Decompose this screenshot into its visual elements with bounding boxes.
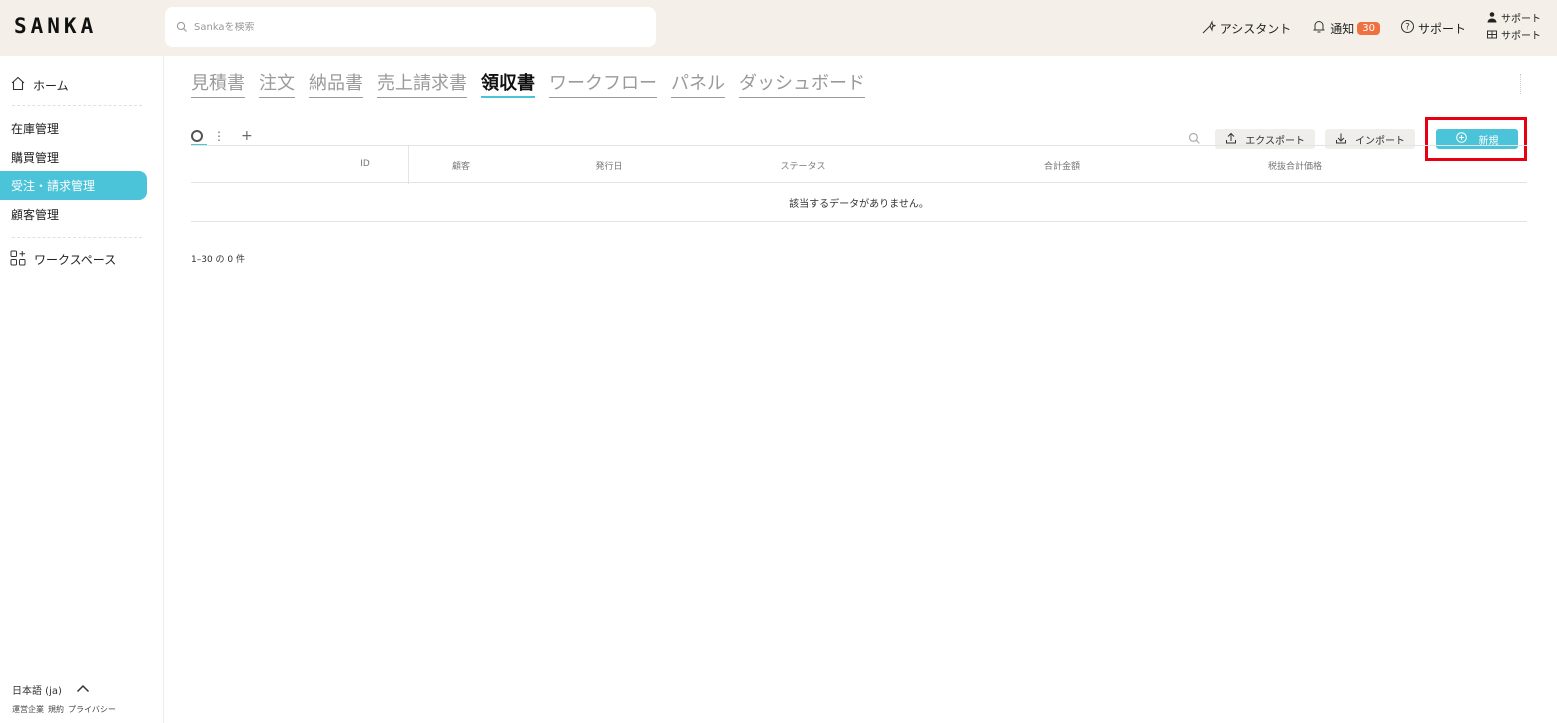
view-default-icon[interactable]: [191, 130, 203, 142]
workspace-name: サポート: [1501, 31, 1541, 42]
chevron-up-icon: [76, 684, 90, 696]
support-label: サポート: [1417, 21, 1466, 36]
bell-icon: [1311, 19, 1327, 37]
tab-panels[interactable]: パネル: [671, 72, 725, 98]
footer-link-company[interactable]: 運営企業: [12, 704, 44, 715]
view-options-icon[interactable]: ⋮: [213, 129, 225, 143]
magic-wand-icon: [1201, 19, 1217, 37]
tab-estimates[interactable]: 見積書: [191, 72, 245, 98]
pagination-summary: 1–30 の 0 件: [191, 255, 245, 265]
workspace-icon: [1486, 28, 1498, 45]
sidebar-item-purchasing[interactable]: 購買管理: [0, 143, 147, 172]
sidebar: ホーム 在庫管理 購買管理 受注・請求管理 顧客管理 ワークスペース 日本語 (…: [0, 56, 164, 723]
search-box[interactable]: [165, 7, 656, 47]
search-input[interactable]: [194, 21, 634, 33]
notifications-count-badge: 30: [1357, 21, 1380, 35]
top-bar: SANKA アシスタント 通知 30 ? サポート: [0, 0, 1557, 56]
search-icon: [176, 18, 188, 37]
tab-workflows[interactable]: ワークフロー: [549, 72, 657, 98]
column-divider: [408, 146, 409, 184]
sidebar-footer: 日本語 (ja) 運営企業 規約 プライバシー: [12, 682, 116, 715]
column-header-issue-date[interactable]: 発行日: [595, 159, 622, 172]
table-header: ID 顧客 発行日 ステータス 合計金額 税抜合計価格: [191, 145, 1527, 184]
tab-invoices[interactable]: 売上請求書: [377, 72, 467, 98]
add-view-icon[interactable]: +: [241, 128, 253, 144]
footer-link-privacy[interactable]: プライバシー: [68, 704, 116, 715]
view-selector: ⋮ +: [191, 128, 253, 144]
records-table: ID 顧客 発行日 ステータス 合計金額 税抜合計価格 該当するデータがありませ…: [191, 145, 1527, 222]
notifications-label: 通知: [1330, 21, 1355, 36]
sidebar-item-workspace-label: ワークスペース: [34, 253, 117, 267]
tabs-scroll-indicator: [1520, 74, 1524, 94]
sidebar-item-home-label: ホーム: [33, 78, 69, 93]
user-name: サポート: [1501, 14, 1541, 25]
empty-state-row: 該当するデータがありません。: [191, 183, 1527, 222]
object-tabs: 見積書 注文 納品書 売上請求書 領収書 ワークフロー パネル ダッシュボード: [191, 72, 865, 98]
sidebar-divider: [12, 237, 142, 238]
sidebar-item-label: 購買管理: [11, 151, 60, 165]
user-menu[interactable]: サポート サポート: [1486, 11, 1541, 45]
tab-dashboards[interactable]: ダッシュボード: [739, 72, 865, 98]
plus-circle-icon: [1455, 132, 1467, 146]
sidebar-item-inventory[interactable]: 在庫管理: [0, 114, 147, 143]
tab-orders[interactable]: 注文: [259, 72, 295, 98]
sidebar-item-label: 顧客管理: [11, 208, 60, 222]
workspace-grid-icon: [10, 250, 26, 269]
language-label: 日本語 (ja): [12, 686, 62, 697]
sidebar-item-customers[interactable]: 顧客管理: [0, 200, 147, 229]
sidebar-divider: [12, 105, 142, 106]
column-header-id[interactable]: ID: [360, 159, 370, 169]
footer-link-terms[interactable]: 規約: [48, 704, 64, 715]
svg-text:?: ?: [1405, 23, 1410, 33]
empty-message: 該当するデータがありません。: [789, 198, 929, 210]
notifications-button[interactable]: 通知 30: [1311, 19, 1380, 37]
column-header-subtotal[interactable]: 税抜合計価格: [1268, 159, 1322, 172]
sidebar-item-label: 在庫管理: [11, 122, 60, 136]
sidebar-item-workspace[interactable]: ワークスペース: [10, 250, 116, 269]
user-avatar-icon: [1486, 11, 1498, 28]
assistant-label: アシスタント: [1219, 21, 1292, 36]
app-logo[interactable]: SANKA: [14, 14, 97, 38]
sidebar-item-orders-billing[interactable]: 受注・請求管理: [0, 171, 147, 200]
assistant-button[interactable]: アシスタント: [1201, 19, 1292, 37]
column-header-customer[interactable]: 顧客: [452, 159, 470, 172]
support-button[interactable]: ? サポート: [1400, 19, 1466, 37]
home-icon: [10, 76, 26, 94]
column-header-total[interactable]: 合計金額: [1044, 159, 1080, 172]
help-circle-icon: ?: [1400, 19, 1415, 37]
language-selector[interactable]: 日本語 (ja): [12, 682, 116, 697]
tab-receipts[interactable]: 領収書: [481, 72, 535, 98]
column-header-status[interactable]: ステータス: [780, 159, 825, 172]
tab-delivery-notes[interactable]: 納品書: [309, 72, 363, 98]
sidebar-item-label: 受注・請求管理: [11, 179, 96, 193]
sidebar-item-home[interactable]: ホーム: [10, 76, 69, 94]
